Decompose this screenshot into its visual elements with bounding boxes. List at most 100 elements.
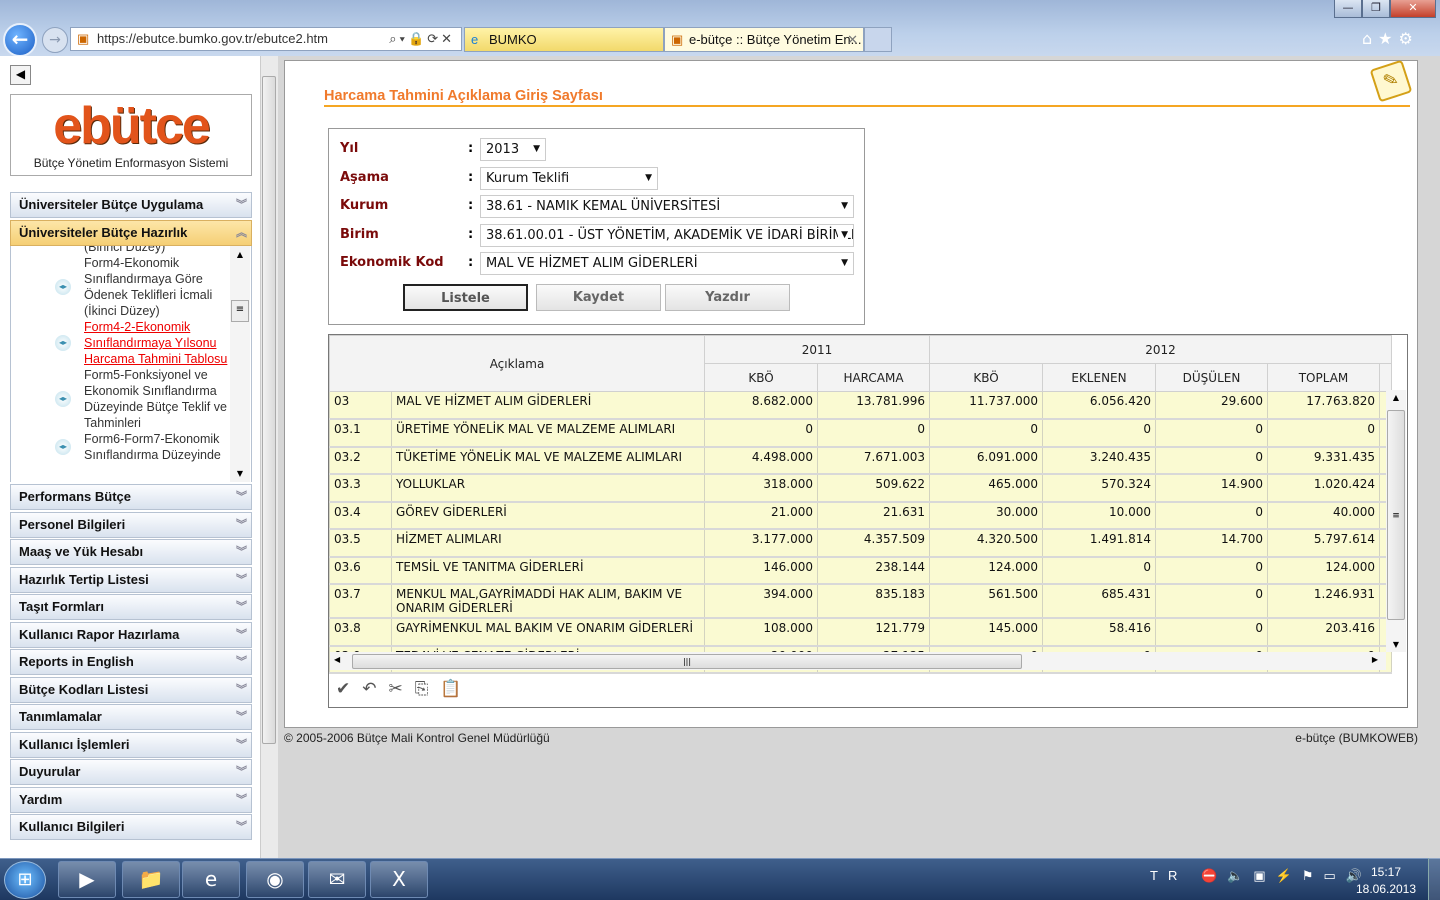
submenu-item[interactable]: (Birinci Düzey) — [11, 246, 231, 255]
table-cell[interactable]: 11.737.000 — [929, 391, 1043, 420]
table-cell[interactable]: 0 — [1155, 419, 1268, 448]
table-cell[interactable]: MENKUL MAL,GAYRİMADDİ HAK ALIM, BAKIM VE… — [391, 584, 705, 619]
table-cell[interactable]: GAYRİMENKUL MAL BAKIM VE ONARIM GİDERLER… — [391, 618, 705, 647]
menu-item[interactable]: Performans Bütçe ︾ — [10, 484, 252, 510]
language-indicator[interactable]: TR — [1150, 868, 1187, 883]
tray-icons[interactable]: ⛔🔈▣⚡⚑▭🔊 — [1201, 868, 1372, 883]
table-cell[interactable]: 121.779 — [817, 618, 930, 647]
table-cell[interactable]: 203.416 — [1267, 618, 1380, 647]
table-row[interactable]: 03.7 MENKUL MAL,GAYRİMADDİ HAK ALIM, BAKI… — [329, 584, 1392, 619]
menu-item[interactable]: Reports in English ︾ — [10, 649, 252, 675]
table-cell[interactable]: 03.6 — [329, 556, 392, 585]
yazdir-button[interactable]: Yazdır — [665, 284, 790, 311]
system-tray[interactable]: TR ⛔🔈▣⚡⚑▭🔊 — [1150, 868, 1372, 884]
column-header[interactable]: HARCAMA — [817, 363, 930, 392]
table-cell[interactable]: 03.5 — [329, 529, 392, 558]
field-select[interactable]: MAL VE HİZMET ALIM GİDERLERİ ▼ — [480, 252, 854, 275]
table-cell[interactable]: 4.320.500 — [929, 529, 1043, 558]
taskbar-media-player[interactable]: ▶ — [58, 861, 116, 898]
table-row[interactable]: 03.1 ÜRETİME YÖNELİK MAL VE MALZEME ALIML… — [329, 419, 1392, 448]
table-cell[interactable]: YOLLUKLAR — [391, 474, 705, 503]
table-row[interactable]: 03.2 TÜKETİME YÖNELİK MAL VE MALZEME ALIM… — [329, 446, 1392, 475]
table-cell[interactable]: 14.700 — [1155, 529, 1268, 558]
table-cell[interactable]: 03.7 — [329, 584, 392, 619]
table-cell[interactable]: 124.000 — [929, 556, 1043, 585]
field-select[interactable]: 38.61 - NAMIK KEMAL ÜNİVERSİTESİ ▼ — [480, 195, 854, 218]
menu-item[interactable]: Personel Bilgileri ︾ — [10, 511, 252, 538]
menu-item[interactable]: Kullanıcı Rapor Hazırlama ︾ — [10, 621, 252, 648]
table-cell[interactable]: 318.000 — [704, 474, 818, 503]
menu-item[interactable]: Taşıt Formları ︾ — [10, 594, 252, 620]
table-cell[interactable]: 4.357.509 — [817, 529, 930, 558]
table-cell[interactable]: 30.000 — [929, 501, 1043, 530]
taskbar-internet-explorer[interactable]: e — [182, 861, 240, 898]
table-cell[interactable]: 17.763.820 — [1267, 391, 1380, 420]
close-window-button[interactable]: ✕ — [1390, 0, 1436, 18]
menu-item[interactable]: Duyurular ︾ — [10, 759, 252, 785]
table-row[interactable]: 03.6 TEMSİL VE TANITMA GİDERLERİ 146.000 23… — [329, 556, 1392, 585]
submenu-item[interactable]: ◂▸ Form4-2-Ekonomik Sınıflandırmaya Yılso… — [11, 319, 231, 367]
table-cell[interactable]: 03.8 — [329, 618, 392, 647]
table-cell[interactable]: 0 — [1155, 556, 1268, 585]
column-header[interactable]: TOPLAM — [1267, 363, 1380, 392]
table-cell[interactable]: 0 — [1267, 419, 1380, 448]
field-select[interactable]: 38.61.00.01 - ÜST YÖNETİM, AKADEMİK VE İ… — [480, 224, 854, 247]
table-cell[interactable]: 40.000 — [1267, 501, 1380, 530]
table-cell[interactable]: 21.000 — [704, 501, 818, 530]
table-cell[interactable]: 1.246.931 — [1267, 584, 1380, 619]
table-cell[interactable]: 0 — [929, 419, 1043, 448]
table-cell[interactable]: ÜRETİME YÖNELİK MAL VE MALZEME ALIMLARI — [391, 419, 705, 448]
field-select[interactable]: 2013 ▼ — [480, 138, 546, 161]
table-cell[interactable]: 1.491.814 — [1042, 529, 1156, 558]
copy-icon[interactable]: ⎘ — [415, 679, 441, 699]
listele-button[interactable]: Listele — [403, 284, 528, 311]
table-cell[interactable]: 0 — [1155, 584, 1268, 619]
table-row[interactable]: 03.4 GÖREV GİDERLERİ 21.000 21.631 30.000 10.… — [329, 501, 1392, 530]
maximize-button[interactable]: ❐ — [1362, 0, 1390, 18]
forward-button[interactable]: → — [42, 27, 68, 53]
minimize-button[interactable]: — — [1334, 0, 1362, 18]
tab-ebutce[interactable]: ▣ e-bütçe :: Bütçe Yönetim En... ✕ — [664, 27, 864, 52]
table-cell[interactable]: 570.324 — [1042, 474, 1156, 503]
table-cell[interactable]: 0 — [1155, 446, 1268, 475]
table-cell[interactable]: 685.431 — [1042, 584, 1156, 619]
table-cell[interactable]: 0 — [1042, 419, 1156, 448]
menu-item[interactable]: Kullanıcı İşlemleri ︾ — [10, 731, 252, 758]
paste-icon[interactable]: 📋 — [440, 679, 473, 699]
submenu-item[interactable]: ◂▸ Form4-Ekonomik Sınıflandırmaya Göre Öd… — [11, 255, 231, 319]
table-cell[interactable]: TEMSİL VE TANITMA GİDERLERİ — [391, 556, 705, 585]
table-cell[interactable]: 03.3 — [329, 474, 392, 503]
menu-universiteler-butce-uygulama[interactable]: Üniversiteler Bütçe Uygulama ︾ — [10, 192, 252, 218]
table-cell[interactable]: 7.671.003 — [817, 446, 930, 475]
close-tab-icon[interactable]: ✕ — [847, 28, 858, 51]
table-cell[interactable]: 5.797.614 — [1267, 529, 1380, 558]
table-cell[interactable]: 0 — [817, 419, 930, 448]
kaydet-button[interactable]: Kaydet — [536, 284, 661, 311]
table-cell[interactable]: 1.020.424 — [1267, 474, 1380, 503]
table-cell[interactable]: 561.500 — [929, 584, 1043, 619]
table-row[interactable]: 03 MAL VE HİZMET ALIM GİDERLERİ 8.682.000 1… — [329, 391, 1392, 420]
table-row[interactable]: 03.3 YOLLUKLAR 318.000 509.622 465.000 570.32… — [329, 474, 1392, 503]
table-cell[interactable]: 14.900 — [1155, 474, 1268, 503]
tab-bumko[interactable]: e BUMKO — [464, 27, 664, 52]
table-cell[interactable]: 238.144 — [817, 556, 930, 585]
column-header[interactable]: KBÖ — [704, 363, 818, 392]
table-cell[interactable]: 8.682.000 — [704, 391, 818, 420]
table-cell[interactable]: 58.416 — [1042, 618, 1156, 647]
table-cell[interactable]: 03.2 — [329, 446, 392, 475]
table-cell[interactable]: 9.331.435 — [1267, 446, 1380, 475]
address-bar[interactable]: ▣ https://ebutce.bumko.gov.tr/ebutce2.htm… — [70, 27, 462, 51]
menu-universiteler-butce-hazirlik[interactable]: Üniversiteler Bütçe Hazırlık ︽ — [10, 220, 252, 246]
menu-item[interactable]: Maaş ve Yük Hesabı ︾ — [10, 539, 252, 565]
table-cell[interactable]: 394.000 — [704, 584, 818, 619]
sidebar-scroll-thumb[interactable] — [262, 76, 276, 744]
menu-item[interactable]: Tanımlamalar ︾ — [10, 704, 252, 730]
address-bar-icons[interactable]: ⌕▾🔒⟳✕ — [389, 28, 455, 50]
submenu-item[interactable]: ◂▸ Form6-Form7-Ekonomik Sınıflandırma Düz… — [11, 431, 231, 463]
table-cell[interactable]: 13.781.996 — [817, 391, 930, 420]
grid-horizontal-scroll-thumb[interactable]: ||| — [352, 654, 1022, 669]
table-cell[interactable]: 0 — [1042, 556, 1156, 585]
submenu-scroll-thumb[interactable]: ≡ — [231, 300, 249, 322]
clock[interactable]: 15:17 18.06.2013 — [1350, 864, 1422, 898]
table-cell[interactable]: 465.000 — [929, 474, 1043, 503]
